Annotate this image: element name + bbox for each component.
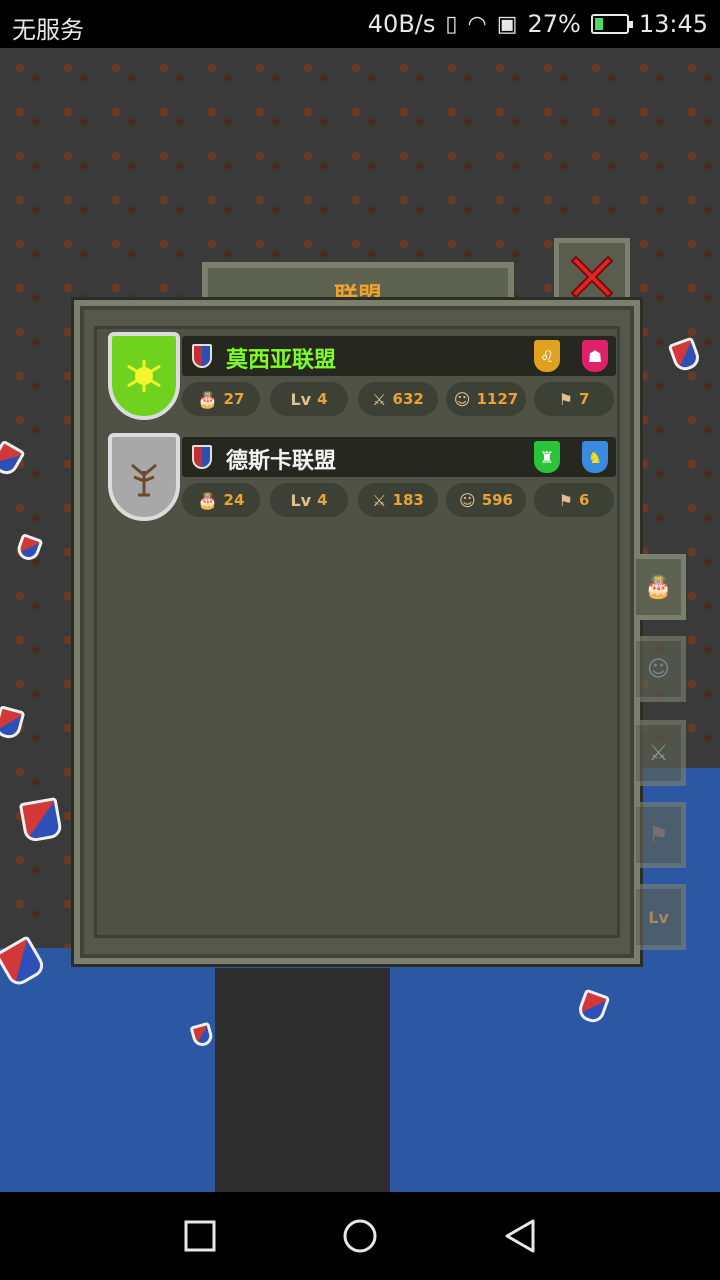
faction-shield-icon [192,344,212,368]
stat-members: ☺ 596 [446,483,526,517]
stat-level-value: 4 [317,491,328,509]
stat-attack: ⚔ 632 [358,382,438,416]
members-icon: ☺ [459,490,476,510]
network-speed: 40B/s [367,10,436,38]
tab-attack[interactable]: ⚔ [636,720,686,786]
cake-icon: 🎂 [197,389,218,409]
level-icon: Lv [290,490,312,510]
stat-level: Lv 4 [270,382,348,416]
home-button[interactable] [338,1214,382,1258]
level-icon: Lv [648,907,669,927]
cake-add-icon: 🎂 [644,574,673,600]
stat-cake-value: 24 [223,491,245,509]
battery-fill [594,18,603,30]
map-pier [215,968,390,1192]
stat-territories: ⚑ 6 [534,483,614,517]
alliance-namebar: 莫西亚联盟 ♌ ☗ [182,336,616,376]
tab-cake-add[interactable]: 🎂 [636,554,686,620]
alliance-namebar: 德斯卡联盟 ♜ ♞ [182,437,616,477]
alliance-shield-icon [108,433,180,521]
tree-emblem-icon [131,463,157,497]
triangle-back-icon [505,1219,535,1253]
cake-icon: 🎂 [197,490,218,510]
stat-cake: 🎂 24 [182,483,260,517]
square-icon [184,1220,216,1252]
tab-territory[interactable]: ⚑ [636,802,686,868]
stat-members: ☺ 1127 [446,382,526,416]
tower-emblem-icon: ♜ [534,441,560,473]
stat-cake: 🎂 27 [182,382,260,416]
back-button[interactable] [498,1214,542,1258]
sword-icon: ⚔ [372,490,387,510]
members-icon: ☺ [453,389,471,409]
sword-icon: ⚔ [648,740,669,766]
stat-territories-value: 7 [578,390,590,408]
stat-territories-value: 6 [578,491,590,509]
battery-icon [590,14,633,34]
demon-emblem-icon: ☗ [582,340,608,372]
faction-shield-icon [192,445,212,469]
circle-icon [343,1219,377,1253]
eagle-emblem-icon: ♞ [582,441,608,473]
alliance-stats: 🎂 27 Lv 4 ⚔ 632 ☺ 1127 ⚑ 7 [182,382,616,416]
carrier-label: 无服务 [12,16,84,44]
stat-members-value: 596 [481,491,513,509]
tab-level[interactable]: Lv [636,884,686,950]
territory-icon: ⚑ [648,822,669,848]
battery-percent: 27% [527,10,581,38]
sword-icon: ⚔ [372,389,387,409]
unit-marker[interactable] [18,797,64,843]
alliance-row[interactable]: 莫西亚联盟 ♌ ☗ 🎂 27 Lv 4 ⚔ 632 ☺ 1127 ⚑ 7 [108,332,618,424]
alliance-name: 德斯卡联盟 [226,449,337,474]
stat-attack: ⚔ 183 [358,483,438,517]
stat-territories: ⚑ 7 [534,382,614,416]
tab-members[interactable]: ☺ [636,636,686,702]
territory-icon: ⚑ [558,389,573,409]
spider-emblem-icon [127,360,161,392]
stat-attack-value: 183 [392,491,424,509]
recent-apps-button[interactable] [178,1214,222,1258]
alliance-shield-icon [108,332,180,420]
territory-icon: ⚑ [558,490,573,510]
clock: 13:45 [638,10,708,38]
navigation-bar [0,1192,720,1280]
stat-level-value: 4 [317,390,328,408]
lion-emblem-icon: ♌ [534,340,560,372]
sim-icon: ▣ [496,11,518,37]
wifi-icon: ◠ [467,11,487,37]
level-icon: Lv [290,389,312,409]
stat-attack-value: 632 [392,390,424,408]
alliance-name: 莫西亚联盟 [226,348,337,373]
members-icon: ☺ [647,656,670,682]
stat-level: Lv 4 [270,483,348,517]
alliance-row[interactable]: 德斯卡联盟 ♜ ♞ 🎂 24 Lv 4 ⚔ 183 ☺ 596 ⚑ 6 [108,433,618,525]
stat-members-value: 1127 [476,390,519,408]
vibrate-icon: ▯ [445,11,458,37]
status-right: 40B/s ▯ ◠ ▣ 27% 13:45 [368,10,708,38]
status-bar: 无服务 40B/s ▯ ◠ ▣ 27% 13:45 [0,0,720,48]
close-icon [570,255,614,299]
stat-cake-value: 27 [223,390,245,408]
alliance-stats: 🎂 24 Lv 4 ⚔ 183 ☺ 596 ⚑ 6 [182,483,616,517]
